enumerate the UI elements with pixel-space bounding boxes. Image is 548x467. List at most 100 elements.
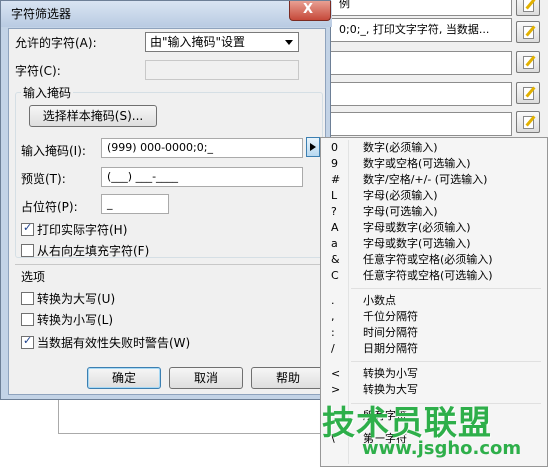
menu-item-label: 字母或数字(可选输入) <box>363 237 471 250</box>
input-mask-label: 输入掩码(I): <box>21 144 86 158</box>
edit-icon <box>523 116 534 129</box>
char-label: 字符(C): <box>15 64 61 78</box>
preview-field: (___) ___-____ <box>101 167 303 187</box>
menu-item[interactable]: A 字母或数字(必须输入) <box>321 220 547 236</box>
menu-item-key: # <box>331 173 341 186</box>
menu-item[interactable]: / 日期分隔符 <box>321 341 547 357</box>
background-bottom-field[interactable] <box>58 398 328 434</box>
menu-item-label: 任意字符或空格(可选输入) <box>363 269 493 282</box>
placeholder-field[interactable]: _ <box>101 194 169 214</box>
background-row-1-text: 例 <box>339 0 350 10</box>
menu-item[interactable]: : 时间分隔符 <box>321 325 547 341</box>
edit-button-4[interactable] <box>516 82 540 104</box>
menu-item-label: 日期分隔符 <box>363 342 418 355</box>
menu-item-label: 字母或数字(必须输入) <box>363 221 471 234</box>
validation-warn-checkbox[interactable] <box>21 334 34 349</box>
menu-item[interactable]: # 数字/空格/+/- (可选输入) <box>321 172 547 188</box>
background-row-1[interactable]: 例 <box>330 0 512 16</box>
watermark-title: 技术员联盟 <box>322 403 492 442</box>
allowed-chars-value: 由"输入掩码"设置 <box>150 35 246 49</box>
edit-button-2[interactable] <box>516 21 540 43</box>
uppercase-label[interactable]: 转换为大写(U) <box>37 290 115 307</box>
menu-item-label: 字母(必须输入) <box>363 189 438 202</box>
menu-item-key: / <box>331 342 335 355</box>
mask-elements-menu-button[interactable] <box>306 137 320 157</box>
background-row-5[interactable] <box>330 112 512 136</box>
menu-item[interactable]: 9 数字或空格(可选输入) <box>321 156 547 172</box>
edit-icon <box>523 0 534 12</box>
menu-item-label: 字母(可选输入) <box>363 205 438 218</box>
background-row-3[interactable] <box>330 51 512 75</box>
divider <box>15 264 321 265</box>
menu-item-label: 数字(必须输入) <box>363 141 438 154</box>
uppercase-checkbox[interactable] <box>21 292 34 305</box>
chevron-down-icon <box>285 40 293 45</box>
cancel-button[interactable]: 取消 <box>169 367 243 389</box>
allowed-chars-select[interactable]: 由"输入掩码"设置 <box>145 32 299 52</box>
menu-item-key: A <box>331 221 339 234</box>
watermark: 技术员联盟 www.jsgho.com <box>322 396 548 467</box>
placeholder-label: 占位符(P): <box>21 200 78 214</box>
menu-item-key: a <box>331 237 338 250</box>
menu-item-key: , <box>331 310 335 323</box>
rtl-fill-checkbox[interactable] <box>21 244 34 257</box>
menu-separator <box>351 361 541 362</box>
char-field <box>145 60 299 80</box>
menu-item-key: ? <box>331 205 337 218</box>
menu-item-label: 数字/空格/+/- (可选输入) <box>363 173 488 186</box>
input-mask-group-title: 输入掩码 <box>21 84 74 101</box>
input-mask-field[interactable]: (999) 000-0000;0;_ <box>101 138 303 158</box>
menu-item[interactable]: L 字母(必须输入) <box>321 188 547 204</box>
menu-item[interactable]: , 千位分隔符 <box>321 309 547 325</box>
menu-item[interactable]: 0 数字(必须输入) <box>321 140 547 156</box>
dialog-title: 字符筛选器 <box>11 7 72 21</box>
menu-item-label: 时间分隔符 <box>363 326 418 339</box>
close-icon: X <box>303 2 314 17</box>
options-group-title: 选项 <box>21 270 46 284</box>
menu-item-key: < <box>331 367 341 380</box>
menu-item[interactable]: . 小数点 <box>321 293 547 309</box>
menu-item-key: : <box>331 326 335 339</box>
ok-button[interactable]: 确定 <box>87 367 161 389</box>
print-literal-label[interactable]: 打印实际字符(H) <box>37 221 127 238</box>
background-row-2[interactable]: 0;0;_, 打印文字字符, 当数据... <box>330 18 512 42</box>
edit-icon <box>523 87 534 100</box>
edit-button-3[interactable] <box>516 51 540 73</box>
preview-label: 预览(T): <box>21 172 66 186</box>
menu-item-label: 小数点 <box>363 294 396 307</box>
menu-item[interactable]: a 字母或数字(可选输入) <box>321 236 547 252</box>
menu-item-key: & <box>331 253 340 266</box>
placeholder-value: _ <box>107 197 113 210</box>
dialog-titlebar[interactable]: 字符筛选器 X <box>1 1 332 27</box>
menu-item-label: 数字或空格(可选输入) <box>363 157 471 170</box>
print-literal-checkbox[interactable] <box>21 221 34 236</box>
background-row-2-text: 0;0;_, 打印文字字符, 当数据... <box>339 23 490 36</box>
allowed-chars-label: 允许的字符(A): <box>15 36 97 50</box>
lowercase-checkbox[interactable] <box>21 313 34 326</box>
menu-item[interactable]: & 任意字符或空格(必须输入) <box>321 252 547 268</box>
lowercase-label[interactable]: 转换为小写(L) <box>37 311 113 328</box>
menu-separator <box>351 288 541 289</box>
background-row-4[interactable] <box>330 82 512 106</box>
close-button[interactable]: X <box>289 1 331 21</box>
menu-item-key: . <box>331 294 335 307</box>
preview-value: (___) ___-____ <box>107 170 179 183</box>
edit-button-1[interactable] <box>516 0 540 16</box>
help-button[interactable]: 帮助 <box>251 367 325 389</box>
select-sample-mask-button[interactable]: 选择样本掩码(S)... <box>29 105 157 127</box>
menu-item-key: L <box>331 189 338 202</box>
watermark-url: www.jsgho.com <box>362 438 522 459</box>
menu-item-key: 0 <box>331 141 338 154</box>
edit-icon <box>523 26 534 39</box>
edit-icon <box>523 56 534 69</box>
validation-warn-label[interactable]: 当数据有效性失败时警告(W) <box>37 334 190 351</box>
character-filter-dialog: 字符筛选器 X 允许的字符(A): 由"输入掩码"设置 字符(C): 输入掩码 … <box>0 0 332 400</box>
rtl-fill-label[interactable]: 从右向左填充字符(F) <box>37 242 149 259</box>
input-mask-value: (999) 000-0000;0;_ <box>107 141 213 154</box>
menu-item-key: 9 <box>331 157 338 170</box>
menu-item-label: 千位分隔符 <box>363 310 418 323</box>
menu-item[interactable]: C 任意字符或空格(可选输入) <box>321 268 547 284</box>
menu-item[interactable]: ? 字母(可选输入) <box>321 204 547 220</box>
edit-button-5[interactable] <box>516 111 540 133</box>
menu-item[interactable]: < 转换为小写 <box>321 366 547 382</box>
